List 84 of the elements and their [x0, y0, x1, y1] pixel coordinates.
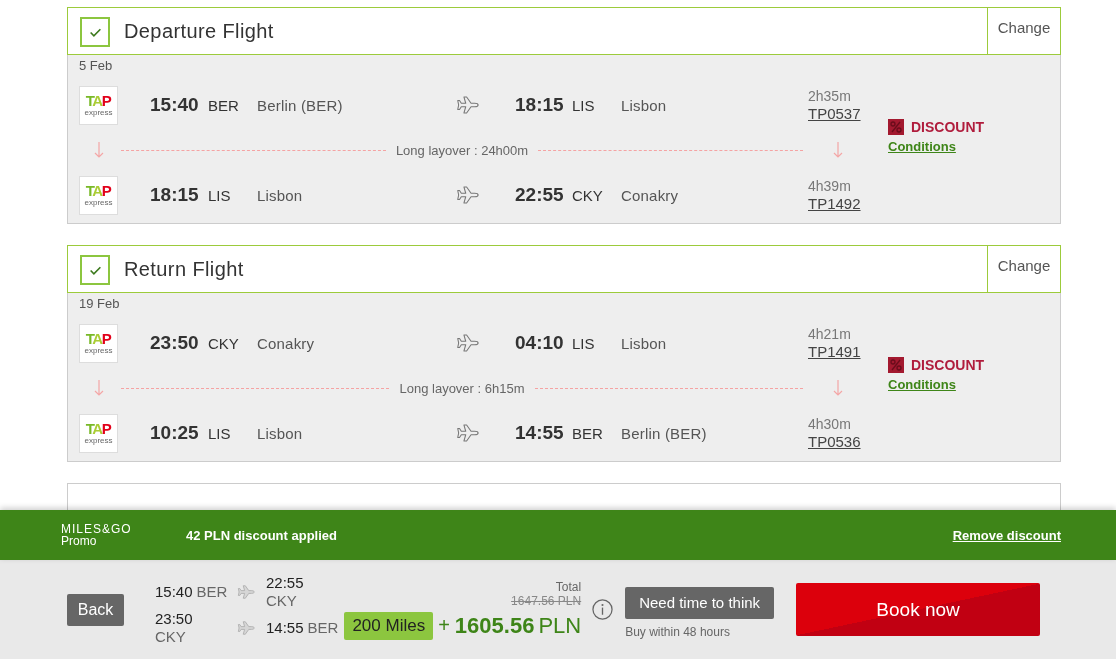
card-title: Departure Flight [124, 19, 274, 43]
back-button[interactable]: Back [67, 593, 124, 626]
hold-note: Buy within 48 hours [625, 624, 730, 639]
flight-number-link[interactable]: TP1492 [808, 194, 861, 213]
flight-duration: 4h21m [808, 325, 851, 343]
airplane-icon [456, 334, 479, 352]
discount-message: 42 PLN discount applied [186, 527, 337, 543]
check-icon [88, 264, 102, 276]
airplane-icon [456, 424, 479, 442]
airport-code: CKY [155, 627, 186, 646]
arrow-down-icon [93, 142, 104, 158]
city-name: Berlin (BER) [621, 424, 707, 442]
airport-code: BER [196, 582, 228, 600]
city-name: Lisbon [257, 424, 303, 442]
arrival-time: 14:55 [515, 422, 564, 444]
checkbox[interactable] [80, 17, 110, 47]
book-now-button[interactable]: Book now [796, 583, 1041, 636]
card-title: Return Flight [124, 257, 244, 281]
plus-sign: + [438, 614, 450, 637]
airplane-icon [456, 186, 479, 204]
conditions-link[interactable]: Conditions [888, 376, 956, 392]
arrow-down-icon [833, 380, 843, 396]
check-icon [88, 26, 102, 38]
airport-code: LIS [572, 96, 595, 114]
arrow-down-icon [833, 142, 843, 158]
arrival-time: 04:10 [515, 332, 564, 354]
layover-text: Long layover : 24h00m [395, 142, 529, 158]
airport-code: CKY [572, 186, 603, 204]
layover-text: Long layover : 6h15m [399, 380, 525, 396]
price-amount: 1605.56 [454, 612, 535, 639]
airline-logo: TAP express [79, 413, 118, 453]
airplane-icon [237, 620, 255, 635]
airport-code: LIS [208, 186, 231, 204]
percent-icon [888, 118, 904, 135]
airport-code: CKY [266, 591, 297, 610]
city-name: Lisbon [257, 186, 303, 204]
discount-label: DISCOUNT [911, 356, 985, 373]
flight-number-link[interactable]: TP0537 [808, 104, 861, 123]
promo-logo: MILES&GO Promo [61, 523, 133, 547]
miles-badge: 200 Miles [344, 611, 434, 640]
departure-time: 23:50 [150, 332, 199, 354]
airplane-icon [237, 584, 255, 599]
airplane-icon [456, 96, 479, 114]
flight-duration: 4h30m [808, 415, 851, 433]
departure-time: 23:50 [155, 609, 193, 628]
departure-time: 15:40 [150, 94, 199, 116]
airport-code: BER [208, 96, 239, 114]
info-icon[interactable] [592, 599, 614, 620]
departure-time: 10:25 [150, 422, 199, 444]
city-name: Lisbon [621, 334, 667, 352]
conditions-link[interactable]: Conditions [888, 138, 956, 154]
city-name: Conakry [257, 334, 315, 352]
flight-date: 5 Feb [79, 58, 113, 74]
flight-number-link[interactable]: TP0536 [808, 432, 861, 451]
flight-duration: 2h35m [808, 87, 851, 105]
city-name: Lisbon [621, 96, 667, 114]
arrival-time: 22:55 [266, 573, 304, 592]
city-name: Berlin (BER) [257, 96, 343, 114]
city-name: Conakry [621, 186, 679, 204]
original-price: 1647.56 PLN [511, 593, 582, 608]
price-currency: PLN [538, 612, 582, 639]
percent-icon [888, 356, 904, 373]
flight-date: 19 Feb [79, 296, 120, 312]
arrival-time: 14:55 [266, 618, 304, 636]
departure-time: 18:15 [150, 184, 199, 206]
departure-time: 15:40 [155, 582, 193, 600]
need-time-button[interactable]: Need time to think [625, 586, 775, 619]
flight-number-link[interactable]: TP1491 [808, 342, 861, 361]
remove-discount-link[interactable]: Remove discount [952, 527, 1061, 543]
flight-duration: 4h39m [808, 177, 851, 195]
checkbox[interactable] [80, 255, 110, 285]
airport-code: LIS [572, 334, 595, 352]
airport-code: BER [572, 424, 603, 442]
airport-code: CKY [208, 334, 239, 352]
arrival-time: 18:15 [515, 94, 564, 116]
discount-label: DISCOUNT [911, 118, 985, 135]
airline-logo: TAP express [79, 85, 118, 125]
total-label: Total [555, 579, 582, 594]
arrow-down-icon [93, 380, 104, 396]
airline-logo: TAP express [79, 175, 118, 215]
airport-code: LIS [208, 424, 231, 442]
airport-code: BER [307, 618, 339, 636]
arrival-time: 22:55 [515, 184, 564, 206]
airline-logo: TAP express [79, 323, 118, 363]
